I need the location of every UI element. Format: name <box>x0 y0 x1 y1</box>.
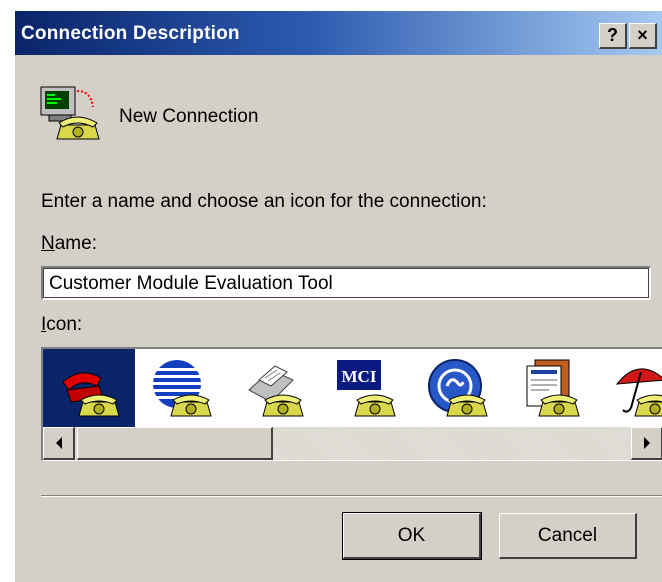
name-label: Name: <box>41 233 97 254</box>
icon-option-ge-globe[interactable] <box>411 349 503 427</box>
mci-phone-icon: MCI <box>337 360 396 417</box>
scroll-left-button[interactable] <box>43 427 75 460</box>
icon-option-umbrella[interactable] <box>595 349 662 427</box>
ge-globe-phone-icon <box>428 359 488 417</box>
phone-computer-icon <box>40 86 100 140</box>
svg-text:MCI: MCI <box>342 367 377 386</box>
icon-option-mci[interactable]: MCI <box>319 349 411 427</box>
icon-list[interactable]: MCI <box>41 347 662 461</box>
documents-phone-icon <box>526 359 580 417</box>
scroll-right-button[interactable] <box>631 427 662 460</box>
help-button[interactable]: ? <box>599 23 627 49</box>
arrow-right-icon <box>643 437 650 449</box>
separator <box>41 495 662 497</box>
name-input[interactable] <box>41 266 651 300</box>
red-phone-icon <box>62 372 120 417</box>
cancel-button[interactable]: Cancel <box>499 513 637 559</box>
icon-option-red-phone[interactable] <box>43 349 135 427</box>
fax-phone-icon <box>248 365 304 417</box>
instruction-text: Enter a name and choose an icon for the … <box>41 191 487 212</box>
umbrella-phone-icon <box>615 368 662 417</box>
title-bar[interactable]: Connection Description ? × <box>15 11 662 55</box>
icon-option-fax[interactable] <box>227 349 319 427</box>
ok-button[interactable]: OK <box>342 512 482 560</box>
scrollbar-thumb[interactable] <box>77 427 273 460</box>
icon-option-documents[interactable] <box>503 349 595 427</box>
horizontal-scrollbar[interactable] <box>43 427 662 460</box>
globe-lines-phone-icon <box>153 360 212 417</box>
icon-label: Icon: <box>41 314 83 335</box>
connection-name-display: New Connection <box>119 106 259 127</box>
connection-description-dialog: Connection Description ? × New Connectio… <box>14 10 662 582</box>
close-button[interactable]: × <box>629 23 657 49</box>
icon-option-globe-lines[interactable] <box>135 349 227 427</box>
window-title: Connection Description <box>21 23 240 44</box>
arrow-left-icon <box>55 437 62 449</box>
